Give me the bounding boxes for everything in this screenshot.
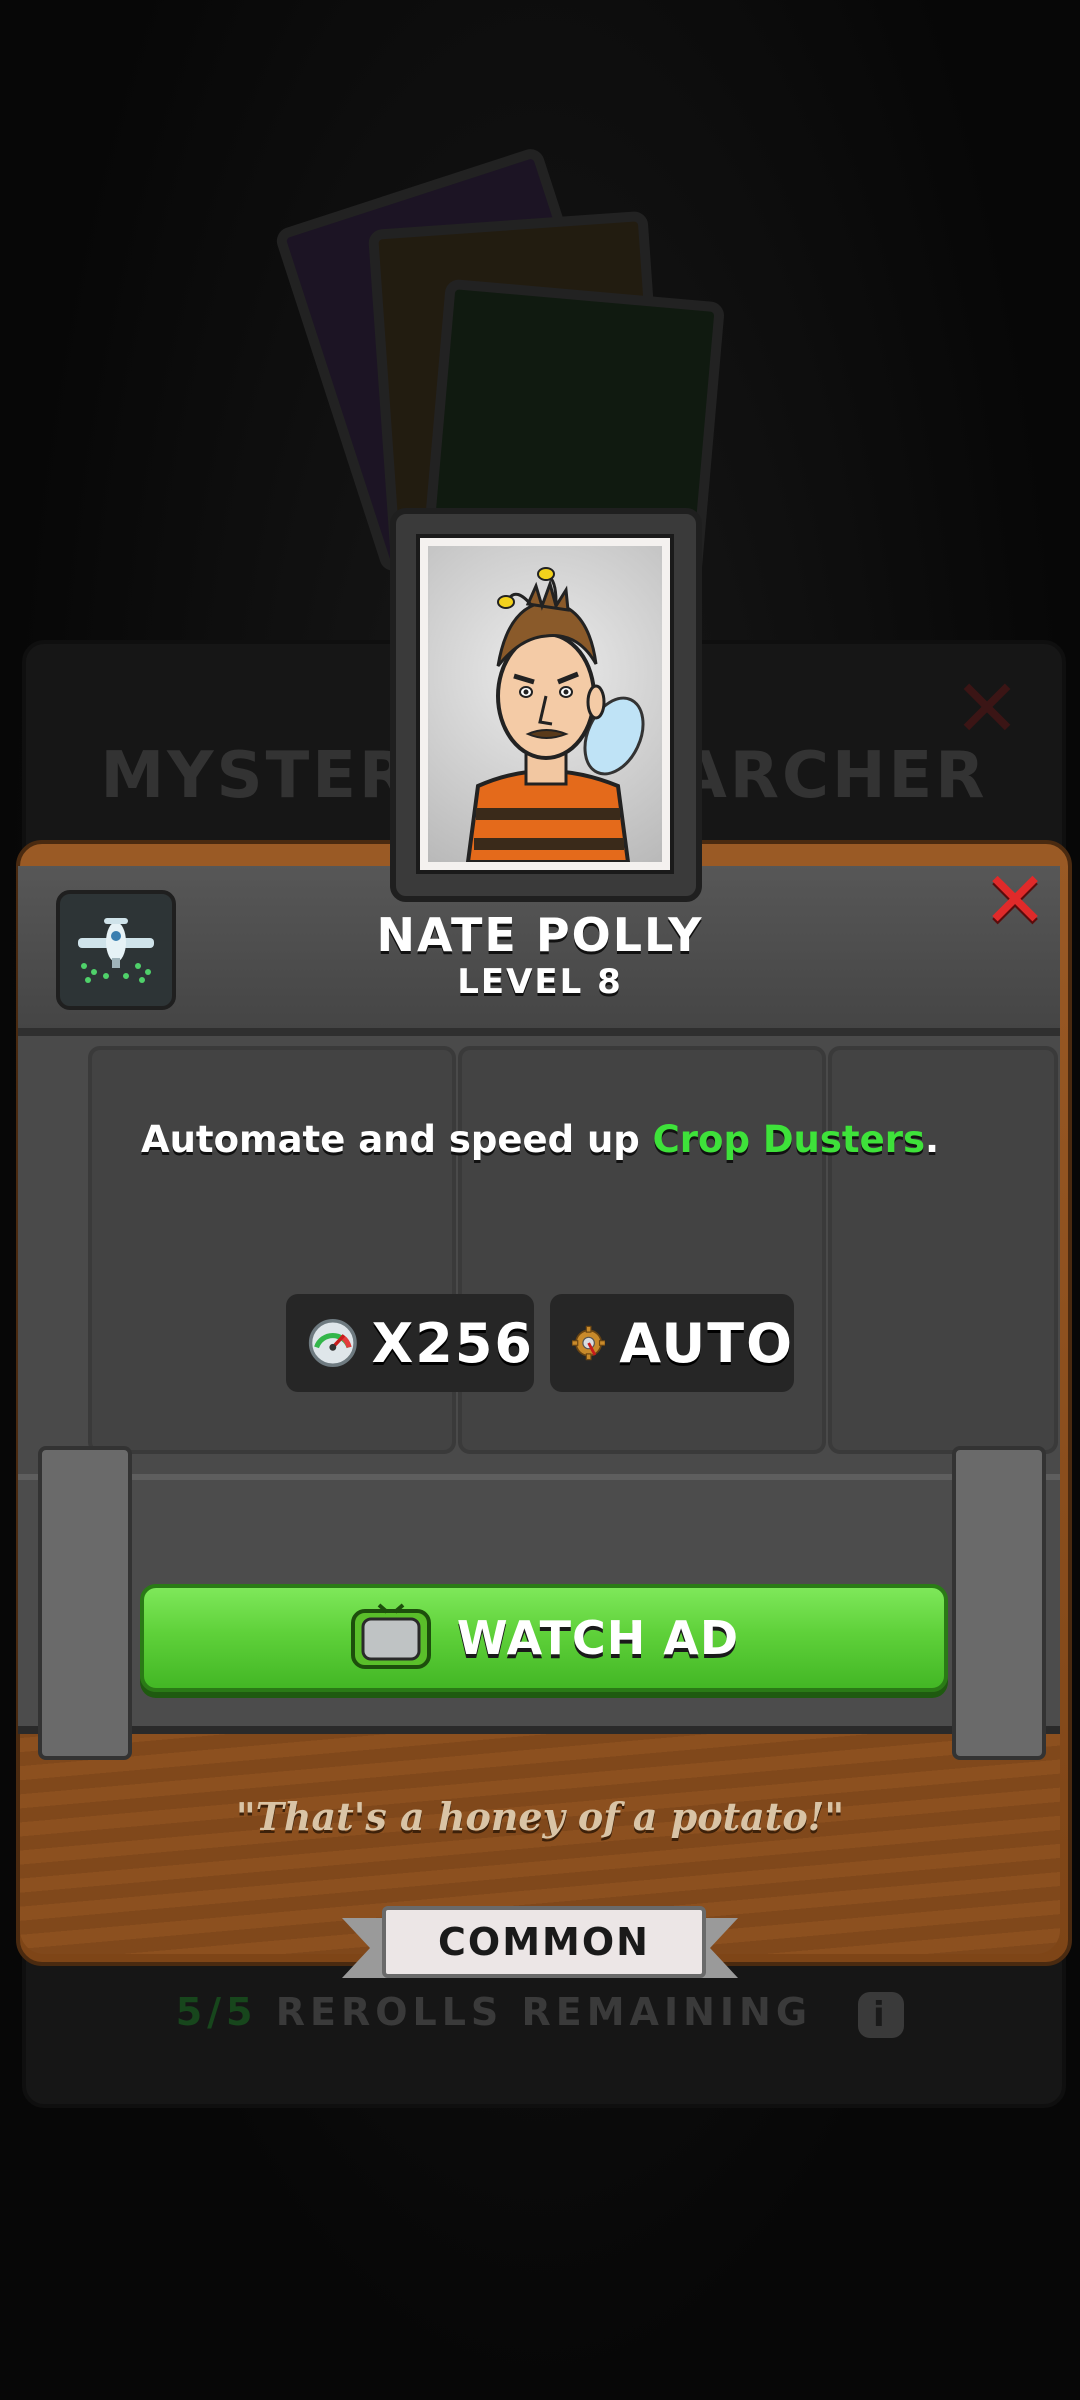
rarity-badge: COMMON bbox=[382, 1906, 706, 1978]
tv-icon bbox=[350, 1603, 431, 1669]
stat-speed: X256 bbox=[286, 1294, 534, 1392]
researcher-portrait-card bbox=[390, 508, 702, 902]
rerolls-count: 5/5 bbox=[175, 1990, 258, 2034]
metal-plate bbox=[828, 1046, 1058, 1454]
stat-automation: AUTO bbox=[550, 1294, 794, 1392]
description-highlight: Crop Dusters bbox=[652, 1118, 925, 1161]
stat-speed-value: X256 bbox=[371, 1311, 534, 1375]
info-icon[interactable]: i bbox=[858, 1991, 905, 2038]
stat-automation-value: AUTO bbox=[619, 1311, 794, 1375]
researcher-portrait bbox=[428, 546, 662, 862]
researcher-description: Automate and speed up Crop Dusters. bbox=[0, 1118, 1080, 1161]
background-close-icon: ✕ bbox=[953, 662, 1021, 755]
metal-plate bbox=[458, 1046, 826, 1454]
description-text: Automate and speed up bbox=[140, 1118, 653, 1161]
researcher-level: LEVEL 8 bbox=[457, 962, 623, 1002]
researcher-name: NATE POLLY bbox=[376, 908, 704, 962]
speedometer-icon bbox=[308, 1319, 357, 1367]
metal-bracket-left bbox=[38, 1446, 132, 1760]
gear-hand-icon bbox=[572, 1325, 606, 1361]
description-suffix: . bbox=[924, 1118, 940, 1161]
watch-ad-button[interactable]: WATCH AD bbox=[140, 1584, 948, 1692]
metal-bracket-right bbox=[952, 1446, 1046, 1760]
watch-ad-label: WATCH AD bbox=[456, 1611, 740, 1665]
portrait-frame bbox=[416, 534, 674, 874]
researcher-quote: "That's a honey of a potato!" bbox=[235, 1794, 845, 1839]
metal-plate bbox=[88, 1046, 456, 1454]
rerolls-remaining: 5/5 REROLLS REMAINING i bbox=[0, 1990, 1080, 2038]
rerolls-label: REROLLS REMAINING bbox=[275, 1990, 813, 2034]
